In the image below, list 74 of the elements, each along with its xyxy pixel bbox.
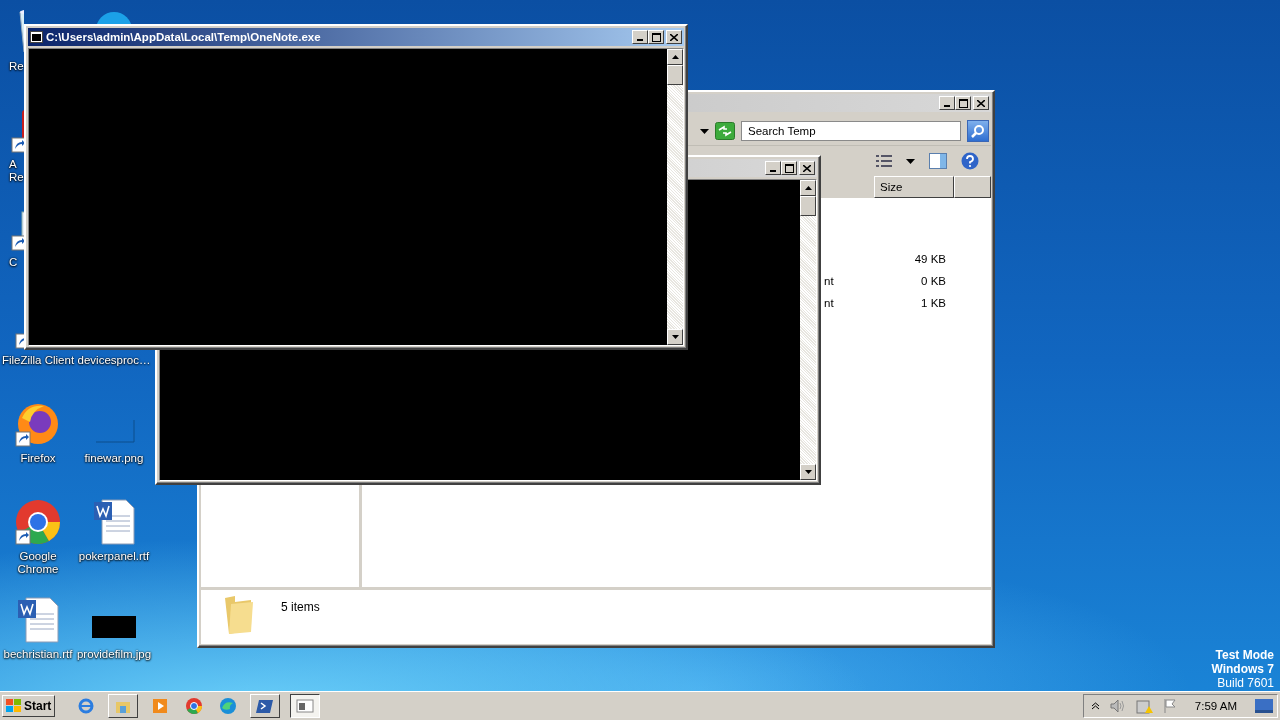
console-icon	[30, 31, 43, 43]
flag-icon[interactable]	[1162, 698, 1177, 714]
close-button[interactable]	[799, 161, 815, 175]
chrome-icon	[185, 697, 204, 715]
arrow-down-icon	[804, 470, 812, 474]
search-field[interactable]: Search Temp	[741, 121, 961, 141]
chrome-icon[interactable]	[14, 498, 62, 546]
close-icon	[670, 33, 678, 41]
speaker-icon[interactable]	[1108, 698, 1125, 714]
item-count: 5 items	[281, 600, 320, 614]
arrow-down-icon	[671, 335, 679, 339]
search-icon	[971, 124, 985, 138]
minimize-button[interactable]	[765, 161, 781, 175]
maximize-button[interactable]	[648, 30, 664, 44]
file-type: nt	[824, 297, 835, 309]
scroll-down-button[interactable]	[800, 464, 816, 480]
scroll-thumb[interactable]	[667, 65, 683, 85]
arrow-up-icon	[804, 186, 812, 190]
icon-label[interactable]: devicesproc…	[77, 354, 151, 367]
taskbar-button[interactable]	[290, 694, 321, 718]
file-type: nt	[824, 275, 835, 287]
scrollbar[interactable]	[800, 180, 816, 480]
icon-label[interactable]: C	[0, 256, 18, 269]
icon-label[interactable]: Re	[0, 171, 24, 184]
icon-label[interactable]: FileZilla Client	[1, 354, 75, 367]
arrow-up-icon	[671, 55, 679, 59]
help-icon[interactable]	[961, 152, 979, 170]
column-header[interactable]	[954, 176, 991, 198]
maximize-icon	[958, 98, 968, 108]
icon-label[interactable]: finewar.png	[84, 452, 144, 465]
column-header[interactable]: Size	[874, 176, 954, 198]
close-button[interactable]	[666, 30, 682, 44]
icon-label[interactable]: Re	[0, 60, 24, 73]
caret-icon[interactable]	[700, 128, 709, 134]
minimize-button[interactable]	[632, 30, 648, 44]
maximize-icon	[651, 32, 661, 42]
icon-label[interactable]: Google	[19, 550, 57, 563]
view-list-icon[interactable]	[876, 154, 892, 168]
close-icon	[803, 164, 811, 172]
clock[interactable]: 7:59 AM	[1194, 700, 1237, 712]
caret-icon[interactable]	[906, 158, 915, 164]
scroll-up-button[interactable]	[800, 180, 816, 196]
console-icon	[296, 697, 315, 715]
maximize-icon	[784, 163, 794, 173]
icon-label[interactable]: Chrome	[17, 563, 59, 576]
icon-label[interactable]: Firefox	[20, 452, 56, 465]
scrollbar[interactable]	[667, 49, 683, 345]
file-size: 49 KB	[913, 253, 947, 265]
search-button[interactable]	[967, 120, 989, 142]
powershell-icon	[256, 697, 275, 715]
os-notice-text: Windows 7	[1211, 662, 1274, 676]
minimize-button[interactable]	[939, 96, 955, 110]
windows-logo-icon	[6, 699, 22, 713]
scroll-down-button[interactable]	[667, 329, 683, 345]
refresh-icon[interactable]	[715, 122, 735, 140]
icon-label[interactable]: A	[0, 158, 17, 171]
os-notice-text: Build 7601	[1217, 676, 1274, 690]
chevron-up-icon[interactable]	[1091, 702, 1099, 710]
file-size: 1 KB	[920, 297, 947, 309]
ie-icon	[77, 697, 96, 715]
os-notice-text: Test Mode	[1215, 648, 1274, 662]
icon-label[interactable]: pokerpanel.rtf	[78, 550, 150, 563]
media-icon	[151, 697, 170, 715]
preview-pane-icon[interactable]	[929, 153, 947, 169]
close-icon	[977, 99, 985, 107]
window-title: C:\Users\admin\AppData\Local\Temp\OneNote.exe	[46, 31, 322, 43]
edge-icon	[219, 697, 238, 715]
maximize-button[interactable]	[781, 161, 797, 175]
maximize-button[interactable]	[955, 96, 971, 110]
close-button[interactable]	[973, 96, 989, 110]
file-size: 0 KB	[920, 275, 947, 287]
scroll-up-button[interactable]	[667, 49, 683, 65]
start-button[interactable]: Start	[2, 695, 56, 717]
scroll-thumb[interactable]	[800, 196, 816, 216]
